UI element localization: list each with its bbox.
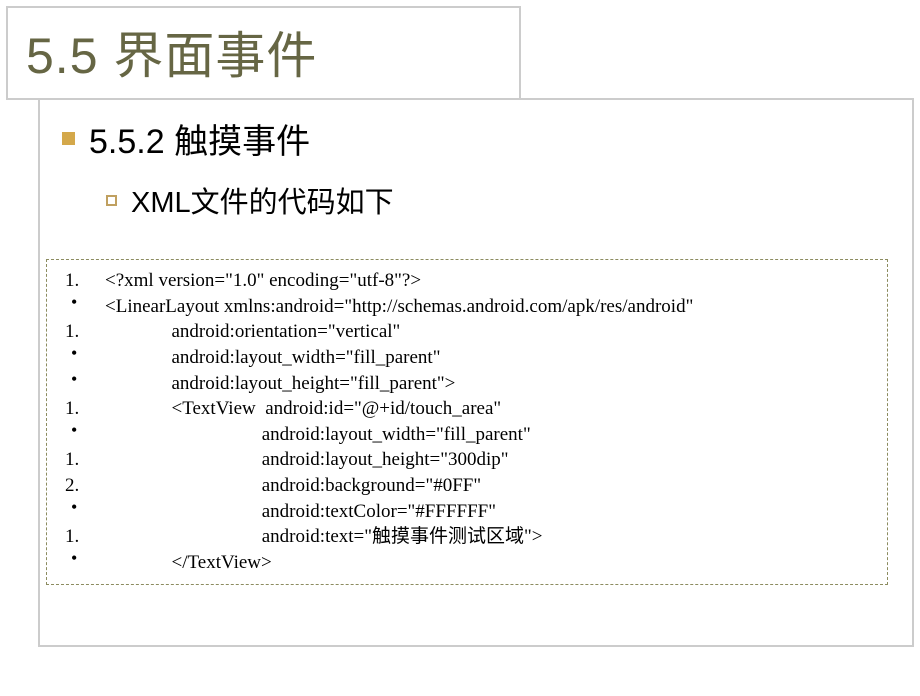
bullet-outline-icon — [106, 195, 117, 206]
code-line: 1. <?xml version="1.0" encoding="utf-8"?… — [57, 268, 877, 294]
bullet-icon — [62, 132, 75, 145]
slide-content-box: 5.5.2 触摸事件 XML文件的代码如下 1. <?xml version="… — [38, 98, 914, 647]
code-text: <TextView android:id="@+id/touch_area" — [105, 396, 501, 422]
subheading-row: XML文件的代码如下 — [106, 179, 894, 221]
code-marker: • — [57, 418, 105, 442]
code-text: android:layout_height="fill_parent"> — [105, 371, 455, 397]
code-line: • android:layout_height="fill_parent"> — [57, 371, 877, 397]
code-text: android:textColor="#FFFFFF" — [105, 499, 496, 525]
code-line: • android:layout_width="fill_parent" — [57, 345, 877, 371]
code-marker: • — [57, 290, 105, 314]
code-text: </TextView> — [105, 550, 272, 576]
code-text: android:text="触摸事件测试区域"> — [105, 524, 543, 550]
subheading: XML文件的代码如下 — [131, 179, 394, 221]
code-text: <?xml version="1.0" encoding="utf-8"?> — [105, 268, 421, 294]
code-line: 1. <TextView android:id="@+id/touch_area… — [57, 396, 877, 422]
code-line: • android:textColor="#FFFFFF" — [57, 499, 877, 525]
code-line: • <LinearLayout xmlns:android="http://sc… — [57, 294, 877, 320]
code-line: 1. android:orientation="vertical" — [57, 319, 877, 345]
code-text: android:layout_width="fill_parent" — [105, 345, 440, 371]
code-line: • android:layout_width="fill_parent" — [57, 422, 877, 448]
slide-title-box: 5.5 界面事件 — [6, 6, 521, 100]
code-line: • </TextView> — [57, 550, 877, 576]
code-marker: • — [57, 341, 105, 365]
code-text: <LinearLayout xmlns:android="http://sche… — [105, 294, 693, 320]
code-line: 1. android:text="触摸事件测试区域"> — [57, 524, 877, 550]
code-text: android:orientation="vertical" — [105, 319, 400, 345]
slide-title: 5.5 界面事件 — [26, 28, 317, 84]
code-text: android:background="#0FF" — [105, 473, 481, 499]
code-marker: • — [57, 495, 105, 519]
code-marker: 1. — [57, 447, 105, 473]
code-line: 2. android:background="#0FF" — [57, 473, 877, 499]
code-marker: • — [57, 367, 105, 391]
subtitle-row: 5.5.2 触摸事件 — [62, 114, 894, 163]
code-line: 1. android:layout_height="300dip" — [57, 447, 877, 473]
code-marker: • — [57, 546, 105, 570]
code-text: android:layout_width="fill_parent" — [105, 422, 531, 448]
subtitle: 5.5.2 触摸事件 — [89, 114, 310, 163]
code-text: android:layout_height="300dip" — [105, 447, 509, 473]
code-block: 1. <?xml version="1.0" encoding="utf-8"?… — [46, 259, 888, 585]
